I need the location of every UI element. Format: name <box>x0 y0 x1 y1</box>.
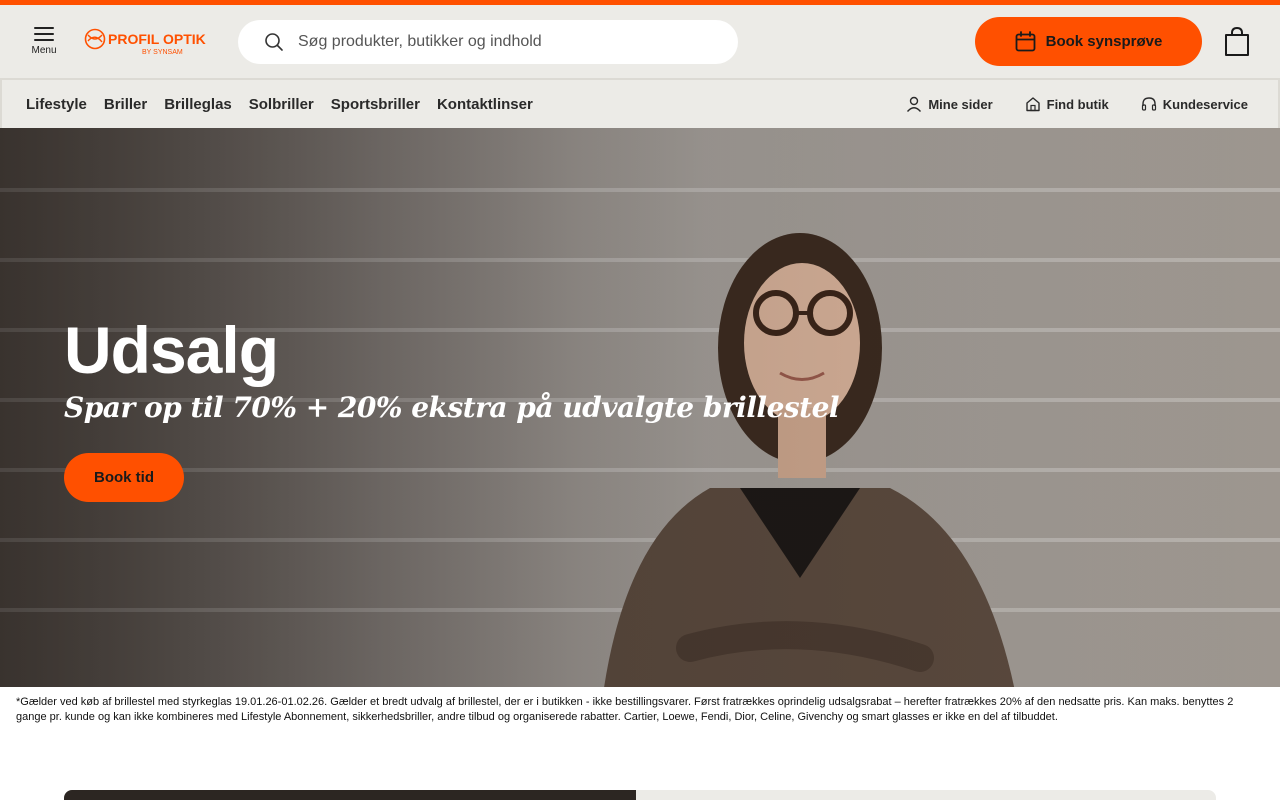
book-eye-test-label: Book synsprøve <box>1045 33 1163 50</box>
disclaimer-text: *Gælder ved køb af brillestel med styrke… <box>16 696 1234 723</box>
nav-item-solbriller[interactable]: Solbriller <box>249 96 314 113</box>
nav-item-sportsbriller[interactable]: Sportsbriller <box>331 96 420 113</box>
book-eye-test-button[interactable]: Book synsprøve <box>975 17 1202 66</box>
nav-item-lifestyle[interactable]: Lifestyle <box>26 96 87 113</box>
profil-optik-logo[interactable]: PROFIL OPTIK BY SYNSAM <box>84 28 220 56</box>
main-navigation: Lifestyle Briller Brilleglas Solbriller … <box>0 78 1280 128</box>
book-time-button[interactable]: Book tid <box>64 453 184 502</box>
store-icon <box>1025 97 1040 112</box>
hero-banner: Udsalg Spar op til 70% + 20% ekstra på u… <box>0 128 1280 687</box>
promo-card-panel[interactable] <box>636 790 1216 800</box>
customer-service-link[interactable]: Kundeservice <box>1141 96 1248 112</box>
utility-nav: Mine sider Find butik Kundeservice <box>906 80 1248 128</box>
promo-cards-row <box>64 790 1216 800</box>
site-header: Menu PROFIL OPTIK BY SYNSAM Book synsprø… <box>0 5 1280 78</box>
user-icon <box>907 96 922 112</box>
logo-subtext: BY SYNSAM <box>142 49 183 56</box>
find-store-label: Find butik <box>1046 96 1109 112</box>
hamburger-icon <box>34 27 54 41</box>
menu-button[interactable]: Menu <box>24 25 64 65</box>
nav-item-kontaktlinser[interactable]: Kontaktlinser <box>437 96 533 113</box>
menu-label: Menu <box>31 45 57 56</box>
logo-mark <box>84 28 106 50</box>
find-store-link[interactable]: Find butik <box>1025 96 1109 112</box>
nav-item-briller[interactable]: Briller <box>104 96 147 113</box>
category-nav: Lifestyle Briller Brilleglas Solbriller … <box>26 80 550 128</box>
logo-text: PROFIL OPTIK <box>108 31 206 47</box>
calendar-icon <box>1015 31 1036 52</box>
nav-item-brilleglas[interactable]: Brilleglas <box>164 96 232 113</box>
search-bar[interactable] <box>238 20 738 64</box>
customer-service-label: Kundeservice <box>1162 96 1248 112</box>
headset-icon <box>1141 97 1156 111</box>
promo-card-image[interactable] <box>64 790 636 800</box>
hero-title: Udsalg <box>64 313 279 387</box>
my-pages-label: Mine sider <box>928 96 993 112</box>
search-icon <box>265 33 283 51</box>
my-pages-link[interactable]: Mine sider <box>906 96 993 112</box>
shopping-bag-icon[interactable] <box>1224 27 1250 57</box>
search-input[interactable] <box>298 33 698 51</box>
hero-subtitle: Spar op til 70% + 20% ekstra på udvalgte… <box>64 391 840 424</box>
